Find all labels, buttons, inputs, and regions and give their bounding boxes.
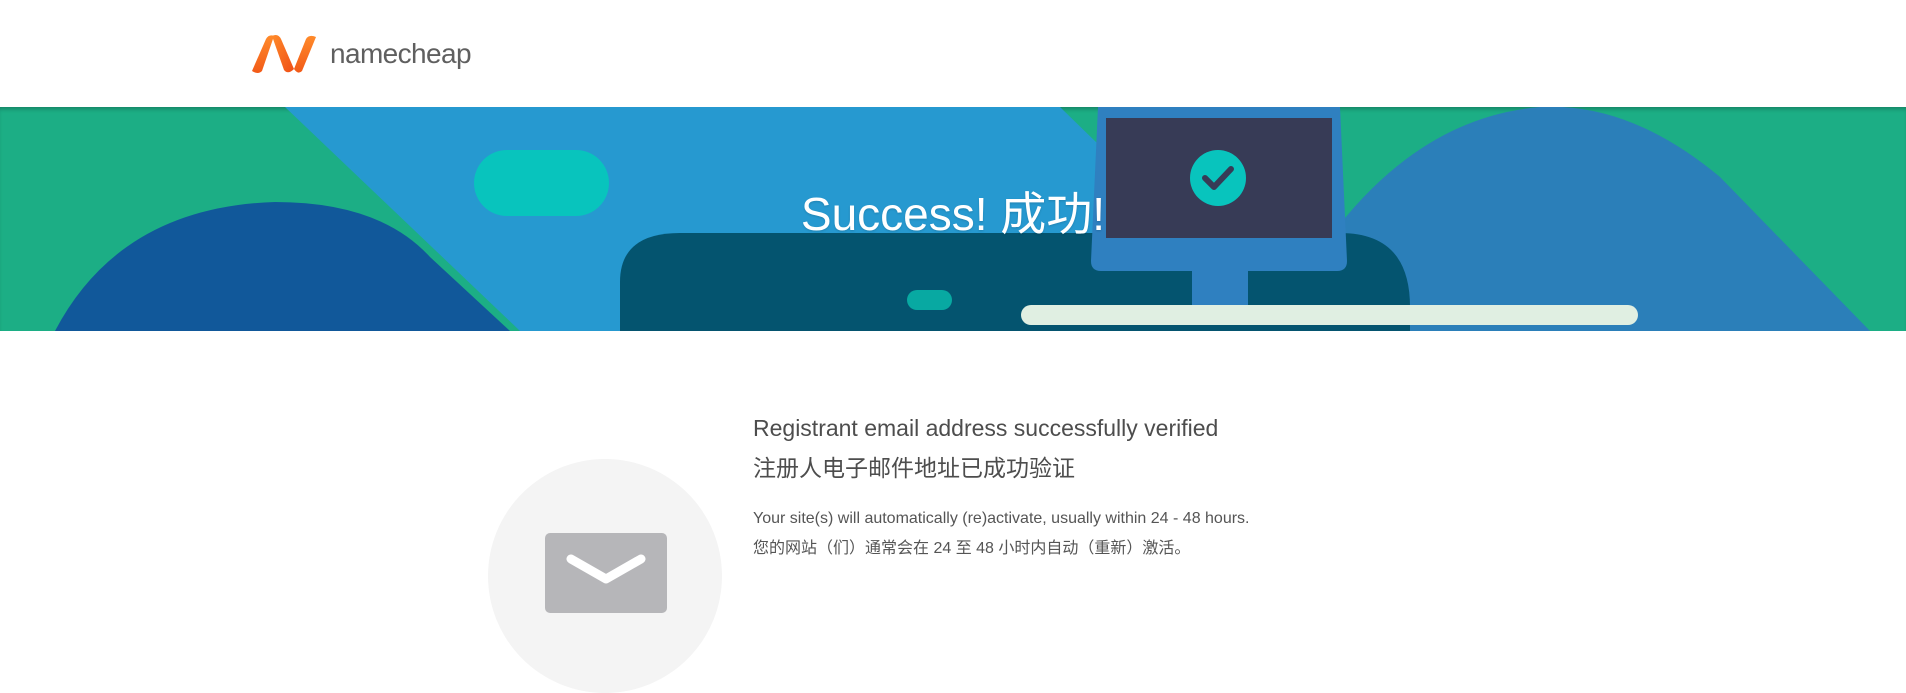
- page-title: Success! 成功!: [800, 188, 1106, 240]
- envelope-icon: [545, 533, 667, 613]
- message-body-zh: 您的网站（们）通常会在 24 至 48 小时内自动（重新）激活。: [753, 540, 1191, 557]
- main-content: Registrant email address successfully ve…: [0, 331, 1906, 693]
- message-title-en: Registrant email address successfully ve…: [753, 415, 1219, 441]
- namecheap-logo-icon: [252, 35, 316, 73]
- namecheap-logo-link[interactable]: namecheap: [250, 33, 472, 75]
- success-banner: Success! 成功!: [0, 107, 1906, 331]
- site-header: namecheap: [0, 0, 1906, 107]
- verification-message: Registrant email address successfully ve…: [753, 413, 1453, 559]
- message-body-en: Your site(s) will automatically (re)acti…: [753, 510, 1250, 527]
- logo-wordmark: namecheap: [330, 38, 472, 69]
- message-title-zh: 注册人电子邮件地址已成功验证: [753, 455, 1075, 481]
